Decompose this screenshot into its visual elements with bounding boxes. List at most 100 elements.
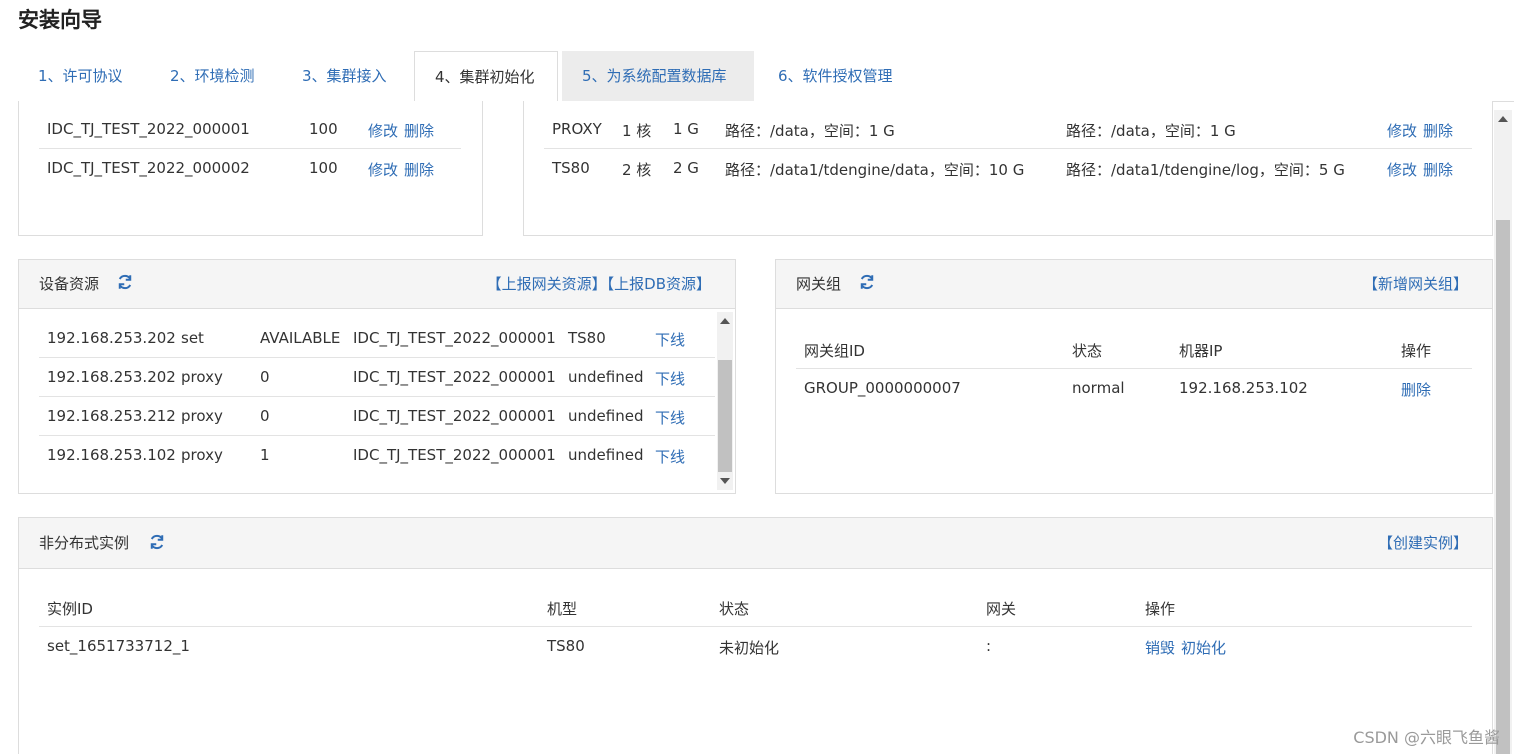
offline-link[interactable]: 下线 [655, 368, 685, 389]
header-actions: 【新增网关组】 [1363, 260, 1468, 308]
row-divider [39, 396, 715, 397]
idc-count: 100 [309, 120, 338, 138]
edit-link[interactable]: 修改 [1387, 120, 1417, 141]
device-idc: IDC_TJ_TEST_2022_000001 [353, 446, 556, 464]
device-model: undefined [568, 407, 644, 425]
page-scrollbar[interactable] [1494, 110, 1512, 754]
column-header: 网关 [986, 600, 1017, 618]
device-resource-panel: 设备资源 【上报网关资源】【上报DB资源】 192.168.253.202 se… [18, 259, 736, 494]
scrollbar-thumb[interactable] [1496, 220, 1510, 754]
column-header: 操作 [1401, 342, 1432, 360]
device-scrollbar[interactable] [717, 312, 733, 490]
machine-type: PROXY [552, 120, 602, 138]
gateway-group-id: GROUP_0000000007 [804, 379, 961, 397]
tab-env-check[interactable]: 2、环境检测 [150, 51, 275, 101]
instance-gateway: : [986, 637, 992, 655]
tab-license-mgmt[interactable]: 6、软件授权管理 [758, 51, 913, 101]
delete-link[interactable]: 删除 [404, 120, 434, 141]
edit-link[interactable]: 修改 [368, 120, 398, 141]
refresh-icon[interactable] [148, 533, 166, 551]
scrollbar-thumb[interactable] [718, 360, 732, 472]
tab-cluster-init[interactable]: 4、集群初始化 [414, 51, 558, 102]
row-divider [39, 626, 1472, 627]
row-divider [39, 357, 715, 358]
device-type: set [181, 329, 204, 347]
device-status: AVAILABLE [260, 329, 341, 347]
device-status: 1 [260, 446, 270, 464]
destroy-link[interactable]: 销毁 [1145, 637, 1175, 658]
device-model: undefined [568, 446, 644, 464]
device-status: 0 [260, 407, 270, 425]
tab-db-config[interactable]: 5、为系统配置数据库 [562, 51, 754, 101]
edit-link[interactable]: 修改 [1387, 159, 1417, 180]
device-ip: 192.168.253.102 [47, 446, 176, 464]
scroll-up-icon[interactable] [1498, 116, 1508, 122]
wizard-tabs: 1、许可协议 2、环境检测 3、集群接入 4、集群初始化 5、为系统配置数据库 … [18, 51, 1514, 102]
panel-title: 非分布式实例 [39, 534, 130, 552]
machine-mem: 1 G [673, 120, 699, 138]
column-header: 机器IP [1179, 342, 1223, 360]
offline-link[interactable]: 下线 [655, 329, 685, 350]
delete-link[interactable]: 删除 [1423, 159, 1453, 180]
device-ip: 192.168.253.202 [47, 329, 176, 347]
gateway-status: normal [1072, 379, 1125, 397]
idc-count: 100 [309, 159, 338, 177]
report-db-button[interactable]: 【上报DB资源】 [607, 275, 711, 293]
delete-link[interactable]: 删除 [1401, 379, 1431, 400]
refresh-icon[interactable] [858, 273, 876, 291]
instance-panel: 非分布式实例 【创建实例】 实例ID 机型 状态 网关 操作 set_16517… [18, 517, 1493, 754]
instance-id: set_1651733712_1 [47, 637, 190, 655]
panel-title: 网关组 [796, 275, 842, 293]
device-ip: 192.168.253.212 [47, 407, 176, 425]
report-gateway-button[interactable]: 【上报网关资源】 [487, 275, 607, 293]
scroll-up-icon[interactable] [720, 318, 730, 324]
column-header: 实例ID [47, 600, 93, 618]
device-ip: 192.168.253.202 [47, 368, 176, 386]
device-status: 0 [260, 368, 270, 386]
initialize-link[interactable]: 初始化 [1181, 637, 1226, 658]
add-gateway-group-button[interactable]: 【新增网关组】 [1363, 275, 1468, 293]
gateway-ip: 192.168.253.102 [1179, 379, 1308, 397]
header-actions: 【创建实例】 [1378, 518, 1468, 568]
delete-link[interactable]: 删除 [404, 159, 434, 180]
column-header: 状态 [1072, 342, 1103, 360]
data-path: 路径：/data1/tdengine/data，空间：10 G [725, 161, 1025, 179]
device-type: proxy [181, 368, 223, 386]
panel-title: 设备资源 [39, 275, 100, 293]
gateway-group-panel: 网关组 【新增网关组】 网关组ID 状态 机器IP 操作 GROUP_00000… [775, 259, 1493, 494]
page-title: 安装向导 [18, 8, 102, 32]
create-instance-button[interactable]: 【创建实例】 [1378, 534, 1468, 552]
header-actions: 【上报网关资源】【上报DB资源】 [487, 260, 711, 308]
tab-license[interactable]: 1、许可协议 [18, 51, 143, 101]
idc-name: IDC_TJ_TEST_2022_000002 [47, 159, 250, 177]
delete-link[interactable]: 删除 [1423, 120, 1453, 141]
row-divider [39, 435, 715, 436]
instance-status: 未初始化 [719, 639, 780, 657]
machine-type-panel: PROXY 1 核 1 G 路径：/data，空间：1 G 路径：/data，空… [523, 101, 1493, 236]
device-idc: IDC_TJ_TEST_2022_000001 [353, 407, 556, 425]
row-divider [39, 148, 461, 149]
log-path: 路径：/data1/tdengine/log，空间：5 G [1066, 161, 1345, 179]
device-type: proxy [181, 446, 223, 464]
row-divider [544, 148, 1472, 149]
row-divider [796, 368, 1472, 369]
log-path: 路径：/data，空间：1 G [1066, 122, 1236, 140]
edit-link[interactable]: 修改 [368, 159, 398, 180]
device-type: proxy [181, 407, 223, 425]
panel-header: 非分布式实例 【创建实例】 [19, 518, 1492, 569]
column-header: 操作 [1145, 600, 1176, 618]
instance-model: TS80 [547, 637, 585, 655]
panel-header: 网关组 【新增网关组】 [776, 260, 1492, 309]
machine-type: TS80 [552, 159, 590, 177]
device-idc: IDC_TJ_TEST_2022_000001 [353, 368, 556, 386]
offline-link[interactable]: 下线 [655, 407, 685, 428]
column-header: 状态 [719, 600, 750, 618]
idc-name: IDC_TJ_TEST_2022_000001 [47, 120, 250, 138]
data-path: 路径：/data，空间：1 G [725, 122, 895, 140]
machine-cpu: 1 核 [622, 122, 652, 140]
tab-cluster-access[interactable]: 3、集群接入 [282, 51, 407, 101]
scroll-down-icon[interactable] [720, 478, 730, 484]
offline-link[interactable]: 下线 [655, 446, 685, 467]
refresh-icon[interactable] [116, 273, 134, 291]
idc-panel: IDC_TJ_TEST_2022_000001 100 修改 删除 IDC_TJ… [18, 101, 483, 236]
